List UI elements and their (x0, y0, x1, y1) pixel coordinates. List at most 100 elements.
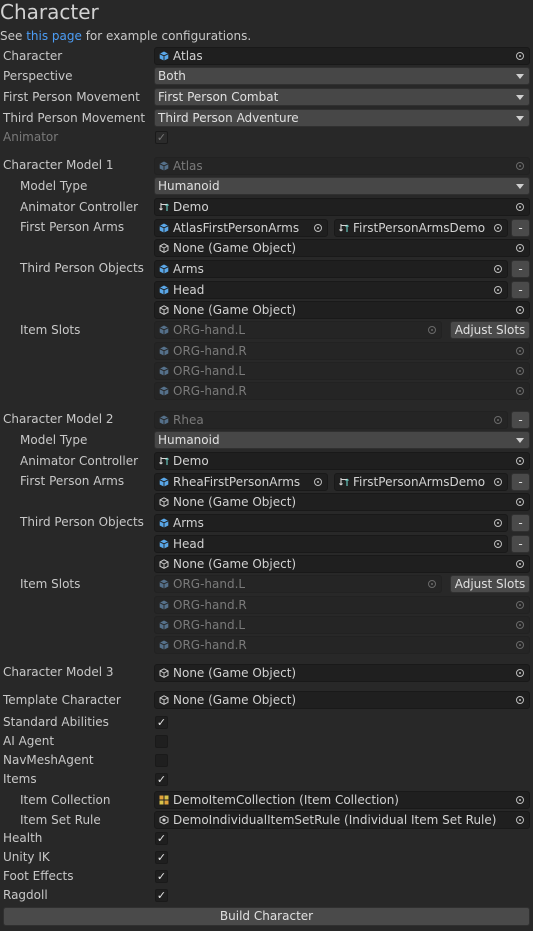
prefab-cube-icon (159, 415, 169, 425)
remove-fparms-button[interactable]: - (511, 219, 530, 237)
model2-fparms-none-field[interactable]: None (Game Object) (154, 493, 530, 511)
object-picker-icon[interactable] (511, 692, 529, 708)
animator-checkbox: ✓ (155, 131, 168, 144)
model2-tpobj-none-field[interactable]: None (Game Object) (154, 555, 530, 573)
model1-fparms-field-2[interactable]: FirstPersonArmsDemo (334, 219, 508, 237)
model2-fparms-field-2[interactable]: FirstPersonArmsDemo (334, 473, 508, 491)
remove-tpobj-button[interactable]: - (511, 260, 530, 278)
object-picker-icon[interactable] (511, 665, 529, 681)
object-picker-icon[interactable] (511, 792, 529, 808)
model2-controller-label: Animator Controller (20, 454, 139, 468)
unity-ik-checkbox[interactable]: ✓ (155, 851, 168, 864)
model3-field[interactable]: None (Game Object) (154, 664, 530, 682)
object-picker-icon[interactable] (489, 536, 507, 552)
remove-tpobj-button[interactable]: - (511, 514, 530, 532)
remove-model2-button[interactable]: - (511, 411, 530, 429)
animator-label: Animator (3, 130, 59, 144)
fp-movement-dropdown[interactable]: First Person Combat (154, 88, 530, 106)
model1-fparms-none-field[interactable]: None (Game Object) (154, 239, 530, 257)
model1-type-dropdown[interactable]: Humanoid (154, 177, 530, 195)
model1-tpobj-none-field[interactable]: None (Game Object) (154, 301, 530, 319)
model1-fparms-field-1[interactable]: AtlasFirstPersonArms (154, 219, 328, 237)
object-picker-icon[interactable] (511, 199, 529, 215)
model1-slot-value: ORG-hand.R (173, 384, 247, 398)
tp-movement-dropdown[interactable]: Third Person Adventure (154, 109, 530, 127)
model1-controller-value: Demo (173, 200, 209, 214)
remove-tpobj-button[interactable]: - (511, 281, 530, 299)
build-character-button[interactable]: Build Character (3, 907, 530, 926)
object-picker-icon[interactable] (511, 240, 529, 256)
remove-tpobj-button[interactable]: - (511, 535, 530, 553)
standard-abilities-checkbox[interactable]: ✓ (155, 716, 168, 729)
adjust-slots-button[interactable]: Adjust Slots (450, 321, 530, 339)
ai-agent-checkbox[interactable] (155, 735, 168, 748)
page-title: Character (0, 0, 99, 24)
item-set-rule-icon (159, 815, 169, 825)
item-collection-icon (159, 795, 169, 805)
object-picker-icon[interactable] (489, 282, 507, 298)
model2-controller-field[interactable]: Demo (154, 452, 530, 470)
animator-controller-icon (339, 223, 349, 233)
model2-tpobj-field-2[interactable]: Head (154, 535, 508, 553)
item-set-rule-value: DemoIndividualItemSetRule (Individual It… (173, 813, 497, 827)
model2-fparms-field-1[interactable]: RheaFirstPersonArms (154, 473, 328, 491)
example-config-link[interactable]: this page (26, 29, 82, 43)
model2-tpobj-value-2: Head (173, 537, 205, 551)
model1-label: Character Model 1 (3, 158, 114, 172)
navmesh-agent-checkbox[interactable] (155, 754, 168, 767)
prefab-cube-icon (159, 223, 169, 233)
object-picker-icon[interactable] (309, 474, 327, 490)
model2-type-dropdown[interactable]: Humanoid (154, 431, 530, 449)
perspective-dropdown[interactable]: Both (154, 67, 530, 85)
object-picker-icon[interactable] (309, 220, 327, 236)
ragdoll-checkbox[interactable]: ✓ (155, 889, 168, 902)
item-collection-label: Item Collection (20, 793, 111, 807)
object-picker-icon[interactable] (489, 474, 507, 490)
model1-value: Atlas (173, 159, 203, 173)
model2-fparms-none-value: None (Game Object) (173, 495, 297, 509)
model1-tpobj-value-1: Arms (173, 262, 204, 276)
navmesh-agent-label: NavMeshAgent (3, 753, 94, 767)
object-picker-icon[interactable] (511, 48, 529, 64)
model1-fparms-label: First Person Arms (20, 220, 125, 234)
object-picker-icon[interactable] (489, 515, 507, 531)
intro-suffix: for example configurations. (81, 29, 252, 43)
object-picker-icon[interactable] (511, 812, 529, 828)
object-picker-icon[interactable] (511, 302, 529, 318)
model1-fparms-none-value: None (Game Object) (173, 241, 297, 255)
object-picker-icon (511, 383, 529, 399)
model1-tpobj-field-2[interactable]: Head (154, 281, 508, 299)
model1-tpobj-field-1[interactable]: Arms (154, 260, 508, 278)
remove-fparms-button[interactable]: - (511, 473, 530, 491)
model1-slot-value: ORG-hand.L (173, 364, 246, 378)
model1-tpobj-value-2: Head (173, 283, 205, 297)
model1-controller-label: Animator Controller (20, 200, 139, 214)
model1-tpobjects-label: Third Person Objects (20, 261, 144, 275)
object-picker-icon[interactable] (489, 220, 507, 236)
object-picker-icon[interactable] (511, 453, 529, 469)
object-picker-icon[interactable] (511, 556, 529, 572)
model2-slot-field: ORG-hand.L (154, 616, 530, 634)
template-field[interactable]: None (Game Object) (154, 691, 530, 709)
character-field[interactable]: Atlas (154, 47, 530, 65)
model2-type-label: Model Type (20, 433, 88, 447)
foot-effects-checkbox[interactable]: ✓ (155, 870, 168, 883)
fp-movement-value: First Person Combat (158, 90, 279, 104)
ai-agent-label: AI Agent (3, 734, 55, 748)
model1-slot-value: ORG-hand.L (173, 323, 246, 337)
item-collection-field[interactable]: DemoItemCollection (Item Collection) (154, 791, 530, 809)
model2-tpobj-field-1[interactable]: Arms (154, 514, 508, 532)
prefab-cube-icon (159, 161, 169, 171)
animator-controller-icon (159, 202, 169, 212)
adjust-slots-button[interactable]: Adjust Slots (450, 575, 530, 593)
object-picker-icon[interactable] (511, 494, 529, 510)
prefab-cube-icon (159, 477, 169, 487)
health-checkbox[interactable]: ✓ (155, 832, 168, 845)
items-checkbox[interactable]: ✓ (155, 773, 168, 786)
item-set-rule-field[interactable]: DemoIndividualItemSetRule (Individual It… (154, 811, 530, 829)
object-picker-icon[interactable] (489, 261, 507, 277)
gameobject-icon (159, 305, 169, 315)
model1-controller-field[interactable]: Demo (154, 198, 530, 216)
prefab-cube-icon (159, 539, 169, 549)
gameobject-icon (159, 243, 169, 253)
